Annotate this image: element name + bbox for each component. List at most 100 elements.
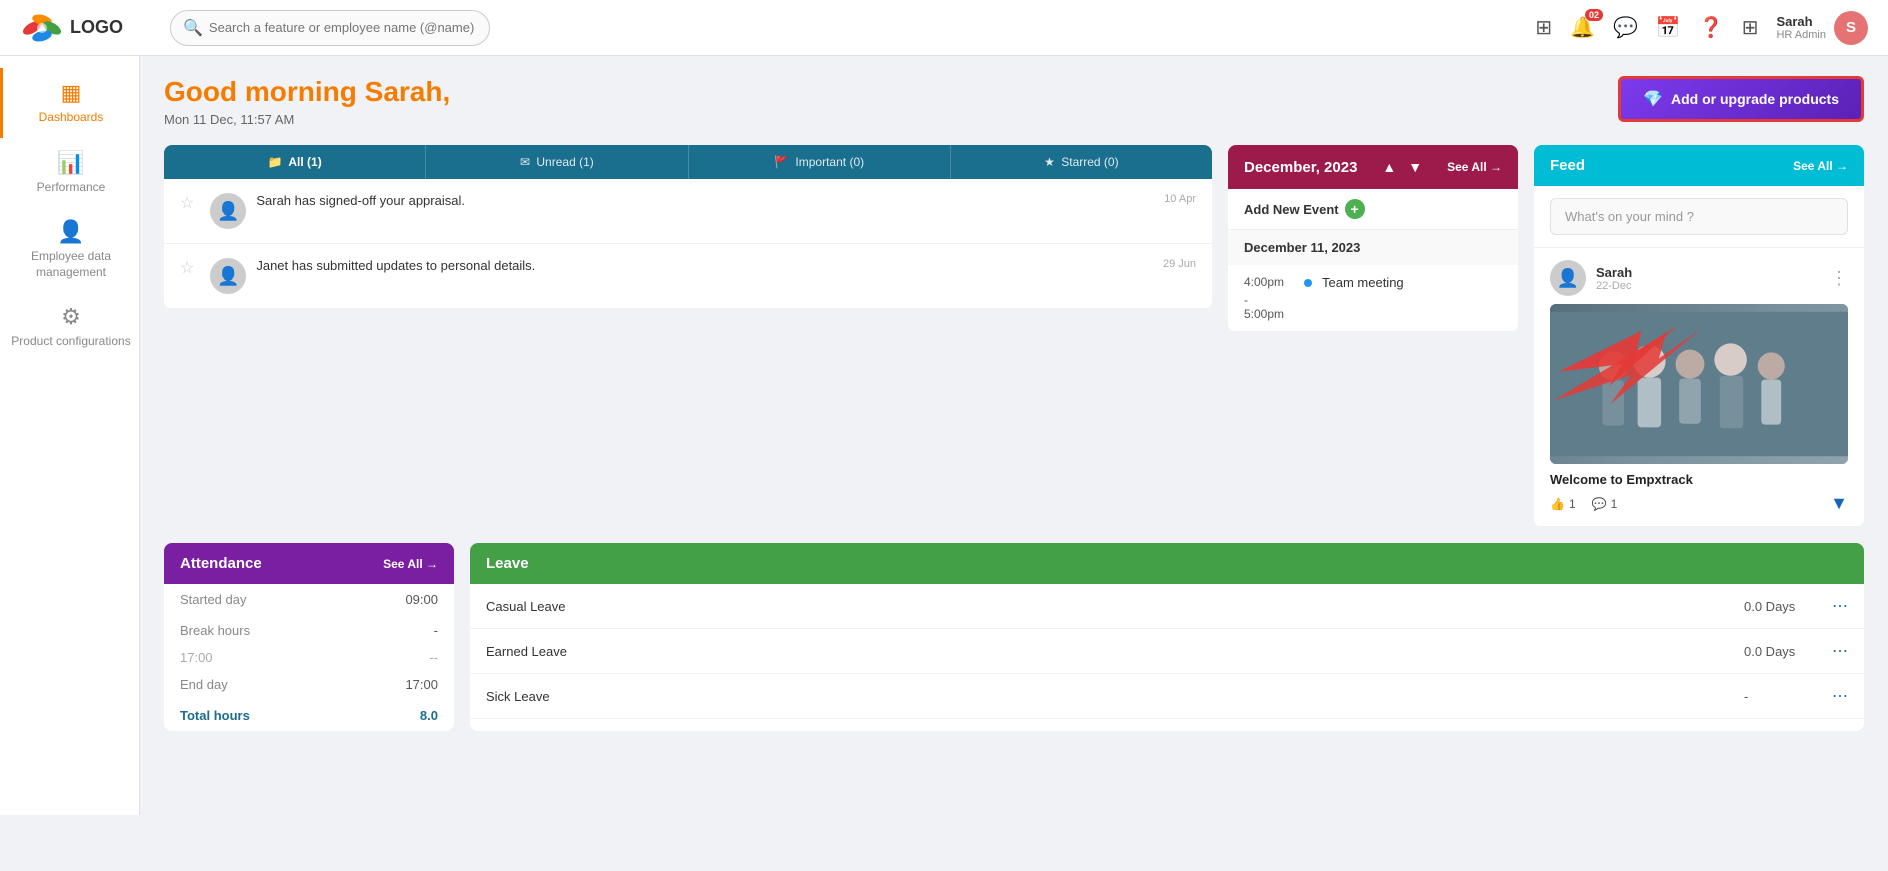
thumbs-up-icon: 👍 [1550,497,1565,511]
greeting-heading: Good morning Sarah, [164,76,450,108]
leave-days: 0.0 Days [1744,599,1824,614]
user-area[interactable]: Sarah HR Admin S [1776,11,1868,45]
feed-post-avatar: 👤 [1550,260,1586,296]
total-hours-label: Total hours [180,708,250,723]
sidebar-item-product-config[interactable]: ⚙ Product configurations [0,292,139,362]
help-icon[interactable]: ❓ [1699,15,1724,40]
event-name: Team meeting [1322,275,1404,290]
comment-button[interactable]: 💬 1 [1592,497,1618,511]
sidebar-item-employee-data[interactable]: 👤 Employee data management [0,207,139,292]
feed-see-all[interactable]: See All → [1793,159,1848,173]
attendance-see-all[interactable]: See All → [383,557,438,571]
feed-panel: Feed See All → What's on your mind ? 👤 S… [1534,145,1864,527]
star-toggle-icon[interactable]: ☆ [180,193,194,213]
notif-avatar: 👤 [210,193,246,229]
grid-view-icon[interactable]: ⊞ [1535,15,1552,40]
calendar-next[interactable]: ▼ [1404,157,1426,177]
leave-type: Earned Leave [486,644,1744,659]
break-hours-row: Break hours - [164,615,454,646]
attendance-panel: Attendance See All → Started day 09:00 B… [164,543,454,731]
feed-title: Feed [1550,157,1585,174]
calendar-events: 4:00pm - 5:00pm Team meeting [1228,265,1518,332]
leave-title: Leave [486,555,529,572]
upgrade-button[interactable]: 💎 Add or upgrade products [1618,76,1864,122]
calendar-prev[interactable]: ▲ [1378,157,1400,177]
notif-date: 29 Jun [1163,258,1196,270]
sidebar-item-label: Performance [37,180,106,196]
greeting-name: Sarah, [365,76,451,107]
tab-starred[interactable]: ★ Starred (0) [951,145,1212,179]
notification-tabs: 📁 All (1) ✉ Unread (1) 🚩 Important (0) ★… [164,145,1212,179]
feed-post-header: 👤 Sarah 22-Dec ⋮ [1550,260,1848,296]
calendar-nav: ▲ ▼ [1378,157,1426,177]
event-date-header: December 11, 2023 [1228,230,1518,265]
bell-icon[interactable]: 🔔 02 [1570,15,1595,40]
calendar-see-all[interactable]: See All → [1447,160,1502,174]
user-role: HR Admin [1776,29,1826,41]
dashes: -- [429,650,438,665]
image-placeholder [1550,304,1848,464]
current-date: Mon 11 Dec, 11:57 AM [164,112,450,127]
leave-type: Casual Leave [486,599,1744,614]
nav-icons: ⊞ 🔔 02 💬 📅 ❓ ⊞ Sarah HR Admin S [1535,11,1868,45]
leave-type: Sick Leave [486,689,1744,704]
feed-post-user-info: Sarah 22-Dec [1596,265,1632,292]
leave-more-icon[interactable]: ⋯ [1832,686,1848,706]
calendar-icon[interactable]: 📅 [1656,15,1681,40]
notification-item: ☆ 👤 10 Apr Sarah has signed-off your app… [164,179,1212,244]
event-item: 4:00pm - 5:00pm Team meeting [1228,265,1518,332]
star-icon: ★ [1044,155,1055,169]
logo-icon [20,8,64,48]
tab-unread[interactable]: ✉ Unread (1) [426,145,688,179]
sidebar-item-performance[interactable]: 📊 Performance [0,138,139,208]
leave-panel: Leave Casual Leave 0.0 Days ⋯ Earned Lea… [470,543,1864,731]
attendance-header: Attendance See All → [164,543,454,584]
started-day-label: Started day [180,592,247,607]
leave-days: 0.0 Days [1744,644,1824,659]
flag-icon: 🚩 [774,155,789,169]
notif-content: 29 Jun Janet has submitted updates to pe… [256,258,1196,273]
leave-more-icon[interactable]: ⋯ [1832,596,1848,616]
sidebar: ▦ Dashboards 📊 Performance 👤 Employee da… [0,56,140,815]
search-bar[interactable]: 🔍 [170,10,490,46]
end-day-label: End day [180,677,228,692]
search-icon: 🔍 [183,18,203,38]
total-hours-value: 8.0 [420,708,438,723]
feed-more-options[interactable]: ⋮ [1830,268,1848,289]
leave-header: Leave [470,543,1864,584]
tab-all[interactable]: 📁 All (1) [164,145,426,179]
feed-post: 👤 Sarah 22-Dec ⋮ [1534,248,1864,527]
started-day-value: 09:00 [405,592,438,607]
content-grid: 📁 All (1) ✉ Unread (1) 🚩 Important (0) ★… [164,145,1864,527]
end-day-row: End day 17:00 [164,669,454,700]
end-day-value: 17:00 [405,677,438,692]
notif-text: Sarah has signed-off your appraisal. [256,193,1196,208]
feed-collapse-icon[interactable]: ▼ [1830,493,1848,514]
sidebar-item-label: Employee data management [11,249,131,280]
avatar[interactable]: S [1834,11,1868,45]
add-event-button[interactable]: + [1345,199,1365,219]
mail-icon: ✉ [520,155,530,169]
logo[interactable]: LOGO [20,8,160,48]
calendar-header: December, 2023 ▲ ▼ See All → [1228,145,1518,189]
chat-icon[interactable]: 💬 [1613,15,1638,40]
leave-days: - [1744,689,1824,704]
mid-time-row: 17:00 -- [164,646,454,669]
performance-icon: 📊 [57,150,84,176]
feed-post-image [1550,304,1848,464]
add-event-label: Add New Event [1244,202,1339,217]
leave-more-icon[interactable]: ⋯ [1832,641,1848,661]
attendance-title: Attendance [180,555,262,572]
employee-icon: 👤 [57,219,84,245]
star-toggle-icon[interactable]: ☆ [180,258,194,278]
tab-important[interactable]: 🚩 Important (0) [689,145,951,179]
sidebar-item-dashboards[interactable]: ▦ Dashboards [0,68,139,138]
search-input[interactable] [209,20,477,35]
comment-icon: 💬 [1592,497,1607,511]
calendar-panel: December, 2023 ▲ ▼ See All → Add New Eve… [1228,145,1518,332]
event-time-start: 4:00pm - 5:00pm [1244,275,1294,321]
break-hours-value: - [434,623,438,638]
like-button[interactable]: 👍 1 [1550,497,1576,511]
feed-input[interactable]: What's on your mind ? [1550,198,1848,235]
apps-icon[interactable]: ⊞ [1742,15,1759,40]
